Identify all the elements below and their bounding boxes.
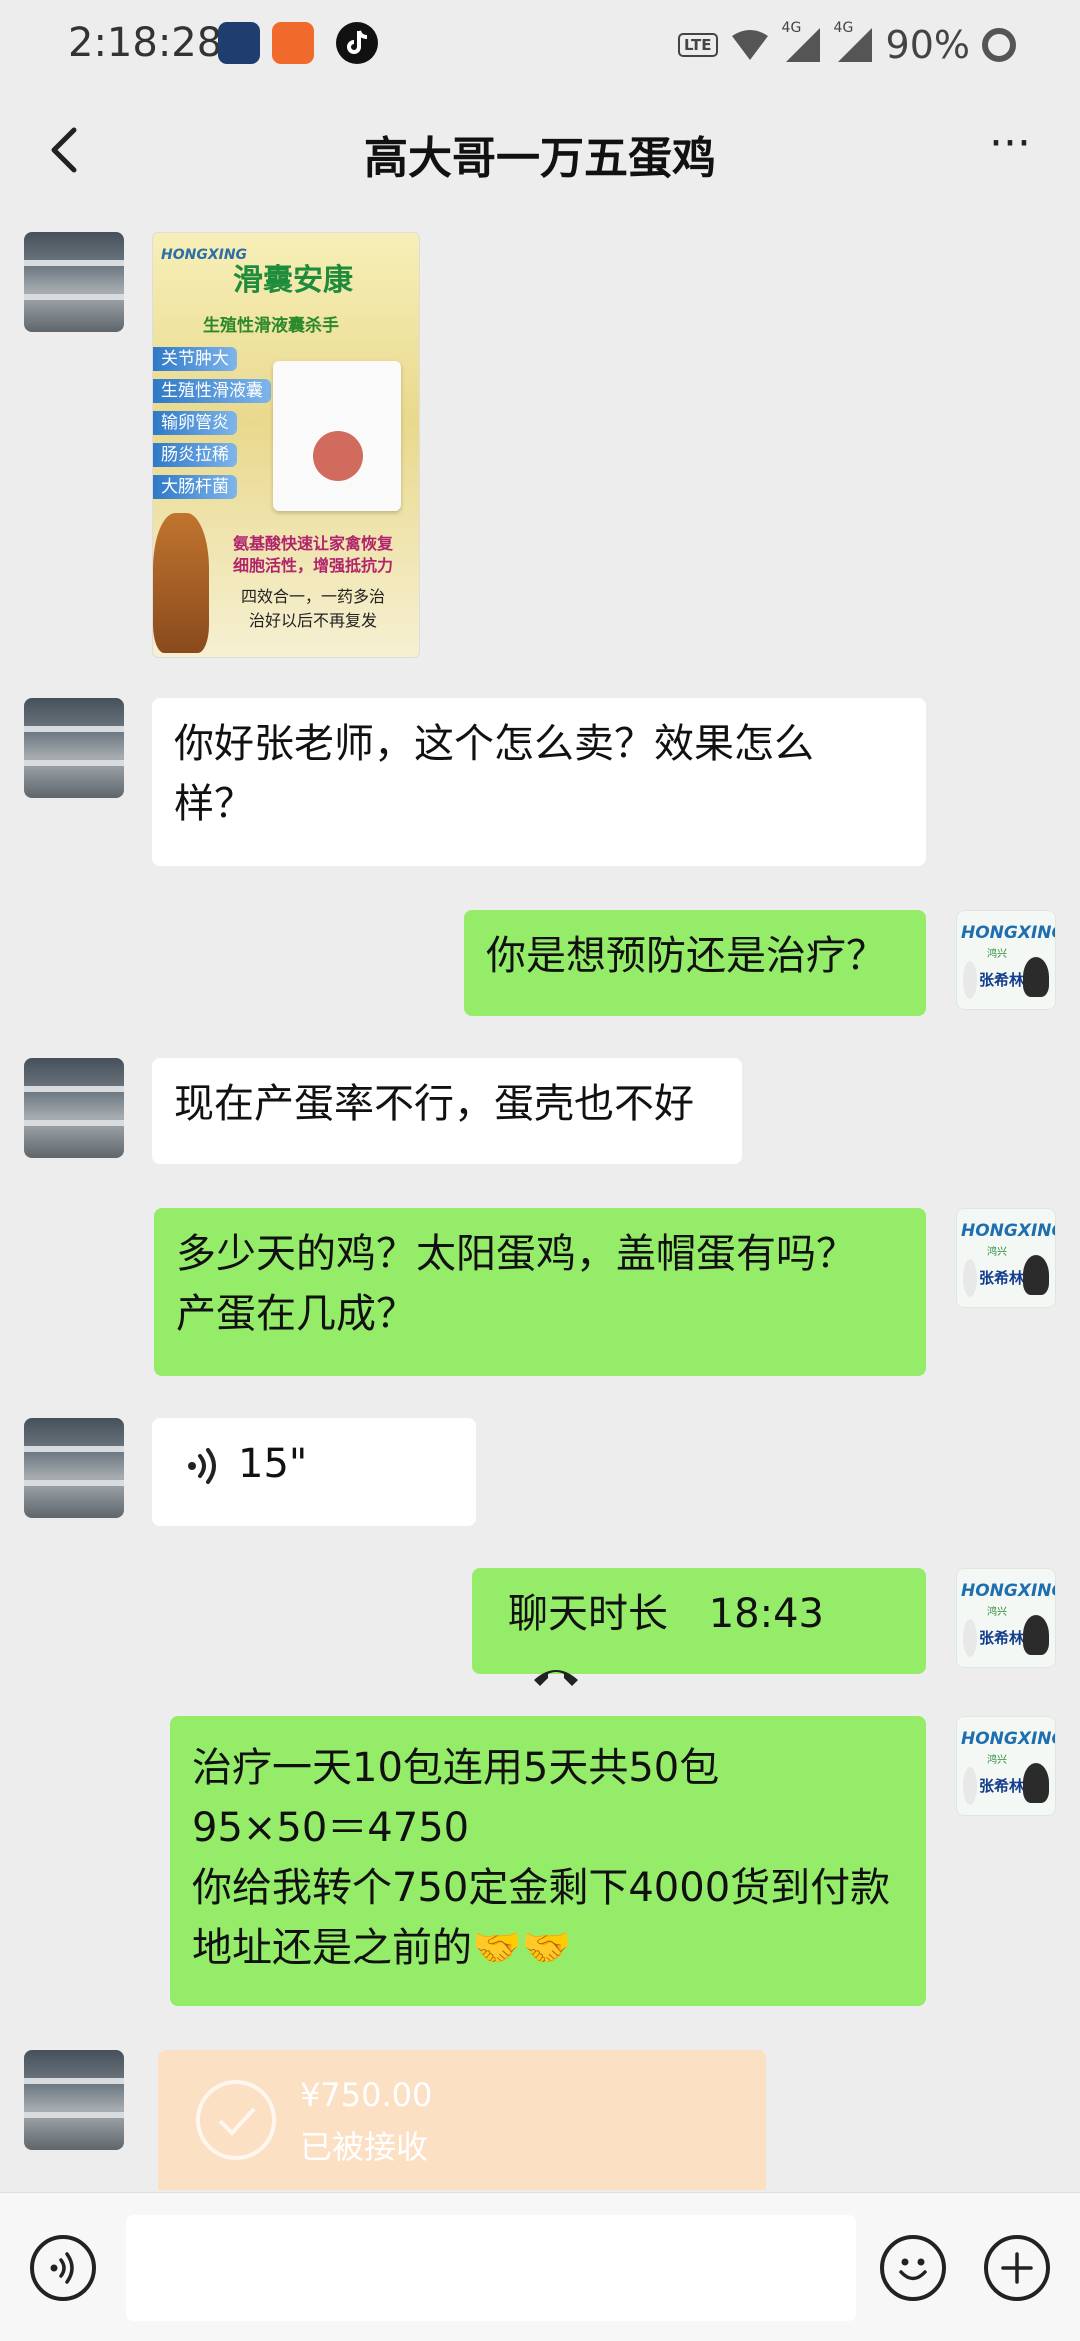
battery-icon	[982, 28, 1016, 62]
outgoing-message-bubble[interactable]: 治疗一天10包连用5天共50包 95×50＝4750 你给我转个750定金剩下4…	[170, 1716, 926, 2006]
status-bar: 2:18:28 LTE 4G 4G 90%	[0, 0, 1080, 90]
more-functions-button[interactable]	[984, 2235, 1050, 2301]
call-record-bubble[interactable]: 聊天时长 18:43	[472, 1568, 926, 1686]
my-avatar[interactable]: HONGXING 鸿兴 张希林	[956, 1208, 1056, 1308]
hen-image	[153, 513, 209, 653]
call-label: 聊天时长	[508, 1591, 668, 1637]
transfer-amount: ¥750.00	[300, 2076, 433, 2114]
voice-wave-icon	[188, 1448, 216, 1484]
voice-icon	[50, 2252, 74, 2284]
chat-title: 高大哥一万五蛋鸡	[364, 133, 716, 184]
clock: 2:18:28	[68, 20, 223, 66]
tiktok-icon	[336, 22, 378, 64]
voice-message-bubble[interactable]: 15"	[152, 1418, 476, 1526]
product-package-image	[273, 361, 401, 511]
battery-percent: 90%	[885, 23, 970, 67]
news-app-icon	[218, 22, 260, 64]
input-bar	[0, 2192, 1080, 2341]
signal-icon-2: 4G	[834, 20, 874, 64]
my-avatar[interactable]: HONGXING 鸿兴 张希林	[956, 1716, 1056, 1816]
chat-header: 高大哥一万五蛋鸡 ···	[0, 100, 1080, 200]
contact-avatar[interactable]	[24, 698, 124, 798]
symptom-tag: 关节肿大	[153, 347, 237, 371]
smiley-icon	[899, 2258, 927, 2281]
product-subtitle: 生殖性滑液囊杀手	[203, 316, 339, 336]
contact-avatar[interactable]	[24, 1418, 124, 1518]
voice-input-button[interactable]	[30, 2235, 96, 2301]
contact-avatar[interactable]	[24, 232, 124, 332]
product-name: 滑囊安康	[233, 263, 353, 298]
transfer-status: 已被接收	[300, 2128, 429, 2166]
contact-avatar[interactable]	[24, 1058, 124, 1158]
emoji-button[interactable]	[880, 2235, 946, 2301]
incoming-message-bubble[interactable]: 现在产蛋率不行，蛋壳也不好	[152, 1058, 742, 1164]
checkmark-icon	[196, 2080, 276, 2160]
symptom-tag: 肠炎拉稀	[153, 443, 237, 467]
wifi-icon	[731, 30, 768, 60]
video-app-icon	[272, 22, 314, 64]
phone-hangup-icon	[534, 1670, 578, 1686]
status-icons: LTE 4G 4G 90%	[677, 20, 1016, 70]
voice-duration: 15"	[238, 1441, 308, 1487]
outgoing-message-bubble[interactable]: 多少天的鸡？太阳蛋鸡，盖帽蛋有吗？ 产蛋在几成？	[154, 1208, 926, 1376]
symptom-tag: 生殖性滑液囊	[153, 379, 271, 403]
money-transfer-card[interactable]: ¥750.00 已被接收	[158, 2050, 766, 2190]
promo-text: 氨基酸快速让家禽恢复 细胞活性，增强抵抗力	[232, 534, 393, 575]
contact-avatar[interactable]	[24, 2050, 124, 2150]
product-image[interactable]: HONGXING 滑囊安康 生殖性滑液囊杀手 关节肿大 生殖性滑液囊 输卵管炎 …	[152, 232, 420, 658]
symptom-tag: 大肠杆菌	[153, 475, 237, 499]
call-duration: 18:43	[708, 1591, 824, 1637]
my-avatar[interactable]: HONGXING 鸿兴 张希林	[956, 1568, 1056, 1668]
plus-icon	[1001, 2252, 1033, 2284]
lte-badge: LTE	[677, 33, 718, 57]
my-avatar[interactable]: HONGXING 鸿兴 张希林	[956, 910, 1056, 1010]
promo-text-2: 四效合一，一药多治 治好以后不再复发	[240, 587, 385, 630]
more-options-icon[interactable]: ···	[980, 122, 1040, 174]
signal-icon: 4G	[782, 20, 822, 64]
incoming-message-bubble[interactable]: 你好张老师，这个怎么卖？效果怎么 样？	[152, 698, 926, 866]
message-input[interactable]	[126, 2215, 856, 2321]
symptom-tag: 输卵管炎	[153, 411, 237, 435]
outgoing-message-bubble[interactable]: 你是想预防还是治疗？	[464, 910, 926, 1016]
